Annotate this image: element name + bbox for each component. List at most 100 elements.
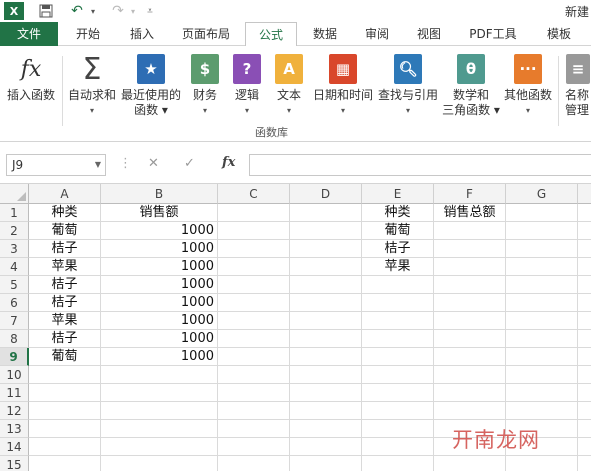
name-box[interactable]: J9 ▼ (6, 154, 106, 176)
row-header-12[interactable]: 12 (0, 402, 29, 420)
row-header-2[interactable]: 2 (0, 222, 29, 240)
row-header-5[interactable]: 5 (0, 276, 29, 294)
cell-a8[interactable]: 桔子 (29, 330, 100, 348)
column-header-e[interactable]: E (362, 184, 434, 204)
tab-home[interactable]: 开始 (62, 22, 114, 46)
ribbon-formulas: fx 插入函数 Σ 自动求和 ▾ ★ 最近使用的 函数 ▾ $ 财务 ▾ ? 逻… (0, 46, 591, 142)
ribbon-tab-bar: 文件 开始 插入 页面布局 公式 数据 审阅 视图 PDF工具 模板 (0, 22, 591, 47)
recent-functions-button[interactable]: ★ 最近使用的 函数 ▾ (120, 54, 182, 118)
cell-a1[interactable]: 种类 (29, 204, 100, 222)
enter-icon[interactable]: ✓ (184, 156, 195, 171)
ribbon-separator (62, 56, 63, 126)
cell-b5[interactable]: 1000 (101, 276, 217, 294)
row-header-14[interactable]: 14 (0, 438, 29, 456)
tab-insert[interactable]: 插入 (116, 22, 168, 46)
column-header-a[interactable]: A (29, 184, 101, 204)
tab-data[interactable]: 数据 (300, 22, 350, 46)
date-time-button[interactable]: ▦ 日期和时间 ▾ (310, 54, 376, 118)
tab-formulas[interactable]: 公式 (245, 22, 297, 47)
cell-a2[interactable]: 葡萄 (29, 222, 100, 240)
star-book-icon: ★ (137, 54, 165, 84)
column-header-next[interactable] (578, 184, 591, 204)
column-header-d[interactable]: D (290, 184, 362, 204)
cell-b6[interactable]: 1000 (101, 294, 217, 312)
row-header-6[interactable]: 6 (0, 294, 29, 312)
formula-input[interactable] (249, 154, 591, 176)
autosum-button[interactable]: Σ 自动求和 ▾ (64, 54, 120, 118)
row-header-3[interactable]: 3 (0, 240, 29, 258)
formula-bar-grip-icon: ⋮ (119, 156, 132, 171)
row-header-15[interactable]: 15 (0, 456, 29, 471)
insert-function-fx-icon[interactable]: fx (222, 155, 235, 170)
cell-e2[interactable]: 葡萄 (362, 222, 433, 240)
select-all-corner[interactable] (0, 184, 29, 204)
cell-a3[interactable]: 桔子 (29, 240, 100, 258)
column-header-c[interactable]: C (218, 184, 290, 204)
tab-pdf-tools[interactable]: PDF工具 (458, 22, 528, 46)
insert-function-button[interactable]: fx 插入函数 (2, 54, 60, 103)
redo-icon[interactable]: ↷ (108, 2, 128, 20)
row-header-11[interactable]: 11 (0, 384, 29, 402)
row-header-9[interactable]: 9 (0, 348, 29, 366)
row-header-8[interactable]: 8 (0, 330, 29, 348)
text-book-icon: A (275, 54, 303, 84)
sigma-icon: Σ (82, 51, 102, 87)
tab-view[interactable]: 视图 (404, 22, 454, 46)
math-trig-button[interactable]: θ 数学和 三角函数 ▾ (440, 54, 502, 118)
more-functions-button[interactable]: ··· 其他函数 ▾ (502, 54, 554, 118)
more-functions-label: 其他函数 (503, 88, 552, 102)
name-manager-button[interactable]: ≡ 名称 管理 (562, 54, 591, 118)
logical-button[interactable]: ? 逻辑 ▾ (228, 54, 266, 118)
question-book-icon: ? (233, 54, 261, 84)
cell-f1[interactable]: 销售总额 (434, 204, 505, 222)
column-header-b[interactable]: B (101, 184, 218, 204)
cell-a5[interactable]: 桔子 (29, 276, 100, 294)
column-header-f[interactable]: F (434, 184, 506, 204)
more-book-icon: ··· (514, 54, 542, 84)
cell-a7[interactable]: 苹果 (29, 312, 100, 330)
tab-page-layout[interactable]: 页面布局 (170, 22, 242, 46)
cell-e1[interactable]: 种类 (362, 204, 433, 222)
text-button[interactable]: A 文本 ▾ (270, 54, 308, 118)
cancel-icon[interactable]: ✕ (148, 156, 159, 171)
date-time-label: 日期和时间 (312, 88, 373, 102)
cell-b2[interactable]: 1000 (101, 222, 217, 240)
chevron-down-icon: ▾ (244, 106, 249, 115)
cell-a6[interactable]: 桔子 (29, 294, 100, 312)
row-header-13[interactable]: 13 (0, 420, 29, 438)
row-header-1[interactable]: 1 (0, 204, 29, 222)
cell-e3[interactable]: 桔子 (362, 240, 433, 258)
financial-button[interactable]: $ 财务 ▾ (186, 54, 224, 118)
cell-e4[interactable]: 苹果 (362, 258, 433, 276)
math-trig-label-2: 三角函数 ▾ (442, 103, 500, 117)
chevron-down-icon: ▾ (405, 106, 410, 115)
tab-review[interactable]: 审阅 (352, 22, 402, 46)
cell-b8[interactable]: 1000 (101, 330, 217, 348)
row-header-4[interactable]: 4 (0, 258, 29, 276)
chevron-down-icon: ▾ (202, 106, 207, 115)
search-book-icon: 🔍︎ (394, 54, 422, 84)
lookup-reference-button[interactable]: 🔍︎ 查找与引用 ▾ (376, 54, 440, 118)
financial-label: 财务 (192, 88, 217, 102)
tab-file[interactable]: 文件 (0, 22, 58, 46)
cell-b4[interactable]: 1000 (101, 258, 217, 276)
cell-b9[interactable]: 1000 (101, 348, 217, 366)
column-header-g[interactable]: G (506, 184, 578, 204)
formula-bar: J9 ▼ ⋮ ✕ ✓ fx (0, 142, 591, 184)
undo-dropdown-icon[interactable]: ▾ (88, 2, 98, 20)
tab-templates[interactable]: 模板 (532, 22, 586, 46)
redo-dropdown-icon[interactable]: ▾ (128, 2, 138, 20)
cell-a4[interactable]: 苹果 (29, 258, 100, 276)
cell-b1[interactable]: 销售额 (101, 204, 217, 222)
row-header-7[interactable]: 7 (0, 312, 29, 330)
row-header-10[interactable]: 10 (0, 366, 29, 384)
cell-b3[interactable]: 1000 (101, 240, 217, 258)
calendar-book-icon: ▦ (329, 54, 357, 84)
cell-a9[interactable]: 葡萄 (29, 348, 100, 366)
cell-b7[interactable]: 1000 (101, 312, 217, 330)
gridline-vertical (289, 204, 290, 471)
undo-icon[interactable]: ↶ (66, 2, 88, 20)
customize-toolbar-icon[interactable]: ⩡ (143, 2, 157, 20)
chevron-down-icon[interactable]: ▼ (95, 155, 101, 175)
save-icon[interactable] (36, 2, 56, 20)
